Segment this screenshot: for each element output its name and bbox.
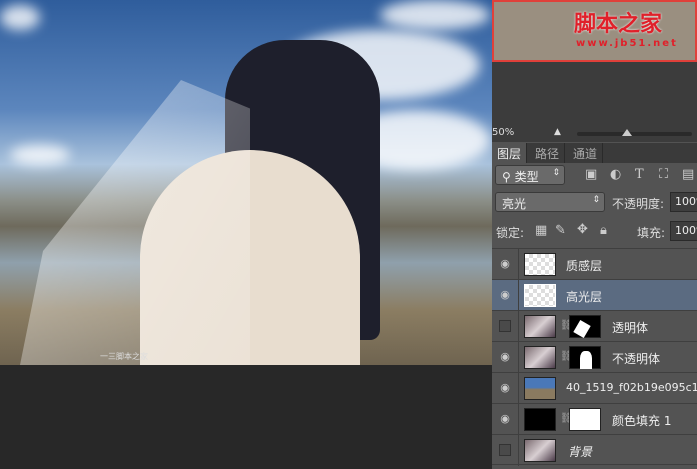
eye-icon[interactable]: ◉ bbox=[498, 412, 512, 426]
type-filter-icon[interactable]: T bbox=[635, 167, 644, 182]
lock-brush-icon[interactable]: ✎ bbox=[555, 223, 566, 238]
tab-layers[interactable]: 图层 bbox=[492, 143, 528, 163]
watermark-title: 脚本之家 bbox=[574, 11, 663, 37]
layers-panel: 脚本之家 www.jb51.net 50% ▲ 图层 路径 通道 ⚲ 类型 ⇕ ▣… bbox=[492, 0, 697, 469]
panel-tabs: 图层 路径 通道 bbox=[492, 143, 697, 163]
layer-mask-thumbnail[interactable] bbox=[569, 346, 601, 369]
smart-object-thumbnail bbox=[524, 377, 556, 400]
layer-row[interactable]: ◉ 质感层 bbox=[492, 248, 697, 280]
veil bbox=[20, 80, 250, 365]
opacity-label: 不透明度: bbox=[612, 197, 665, 211]
opacity-input[interactable]: 100% bbox=[670, 192, 697, 212]
layer-name: 高光层 bbox=[566, 290, 603, 304]
layer-mask-thumbnail[interactable] bbox=[569, 315, 601, 339]
layer-row-selected[interactable]: ◉ 高光层 bbox=[492, 279, 697, 311]
tab-channels[interactable]: 通道 bbox=[568, 143, 604, 163]
eye-icon[interactable]: ◉ bbox=[498, 257, 512, 271]
fill-label: 填充: bbox=[637, 226, 666, 240]
visibility-toggle[interactable] bbox=[499, 444, 511, 456]
watermark-url: www.jb51.net bbox=[576, 38, 678, 49]
zoom-slider[interactable] bbox=[577, 132, 692, 136]
stepper-icon: ⇕ bbox=[592, 195, 600, 205]
layer-thumbnail bbox=[524, 346, 556, 369]
blend-mode-value: 亮光 bbox=[502, 197, 527, 211]
layer-name: 质感层 bbox=[566, 259, 603, 273]
lock-label: 锁定: bbox=[496, 226, 525, 240]
blend-mode-select[interactable]: 亮光 ⇕ bbox=[495, 192, 605, 212]
layer-thumbnail bbox=[524, 284, 556, 307]
lock-all-icon[interactable]: 🔒︎ bbox=[600, 223, 607, 238]
filter-kind-value: 类型 bbox=[514, 170, 539, 184]
layer-thumbnail bbox=[524, 439, 556, 462]
pixel-filter-icon[interactable]: ▣ bbox=[585, 167, 597, 182]
zoom-slider-handle[interactable] bbox=[622, 129, 632, 136]
document-canvas[interactable]: 一三脚本之家 bbox=[0, 0, 492, 365]
smart-object-filter-icon[interactable]: ▤ bbox=[682, 167, 694, 182]
lock-move-icon[interactable]: ✥ bbox=[577, 222, 588, 237]
eye-icon[interactable]: ◉ bbox=[498, 381, 512, 395]
layer-row[interactable]: ◉ ⛓ 不透明体 bbox=[492, 341, 697, 373]
filter-kind-select[interactable]: ⚲ 类型 ⇕ bbox=[495, 165, 565, 185]
fill-color-thumbnail bbox=[524, 408, 556, 431]
layer-name: 背景 bbox=[568, 445, 593, 459]
layer-row[interactable]: ◉ ⛓ 颜色填充 1 bbox=[492, 403, 697, 435]
zoom-out-icon[interactable]: ▲ bbox=[554, 127, 561, 137]
adjustment-filter-icon[interactable]: ◐ bbox=[610, 167, 621, 182]
shape-filter-icon[interactable]: ⛶ bbox=[659, 167, 668, 182]
layer-name: 不透明体 bbox=[612, 352, 661, 366]
eye-icon[interactable]: ◉ bbox=[498, 288, 512, 302]
layer-thumbnail bbox=[524, 253, 556, 276]
layer-thumbnail bbox=[524, 315, 556, 338]
eye-icon[interactable]: ◉ bbox=[498, 350, 512, 364]
layer-mask-thumbnail[interactable] bbox=[569, 408, 601, 431]
zoom-value[interactable]: 50% bbox=[492, 127, 514, 138]
tab-paths[interactable]: 路径 bbox=[530, 143, 566, 163]
fill-input[interactable]: 100% bbox=[670, 221, 697, 241]
layer-name: 颜色填充 1 bbox=[612, 414, 672, 428]
navigator-background bbox=[492, 62, 697, 124]
layer-row[interactable]: 背景 bbox=[492, 434, 697, 466]
layer-row[interactable]: ⛓ 透明体 bbox=[492, 310, 697, 342]
canvas-watermark: 一三脚本之家 bbox=[100, 352, 148, 361]
layer-name: 透明体 bbox=[612, 321, 649, 335]
navigator-thumbnail[interactable]: 脚本之家 www.jb51.net bbox=[492, 0, 697, 62]
lock-transparent-icon[interactable]: ▦ bbox=[535, 223, 547, 238]
stepper-icon: ⇕ bbox=[552, 168, 560, 178]
search-icon: ⚲ bbox=[502, 170, 515, 184]
visibility-toggle[interactable] bbox=[499, 320, 511, 332]
layer-row[interactable]: ◉ 40_1519_f02b19e095c1d2 bbox=[492, 372, 697, 404]
navigator-zoom-row: 50% ▲ bbox=[492, 124, 697, 142]
layer-name: 40_1519_f02b19e095c1d2 bbox=[566, 381, 697, 394]
